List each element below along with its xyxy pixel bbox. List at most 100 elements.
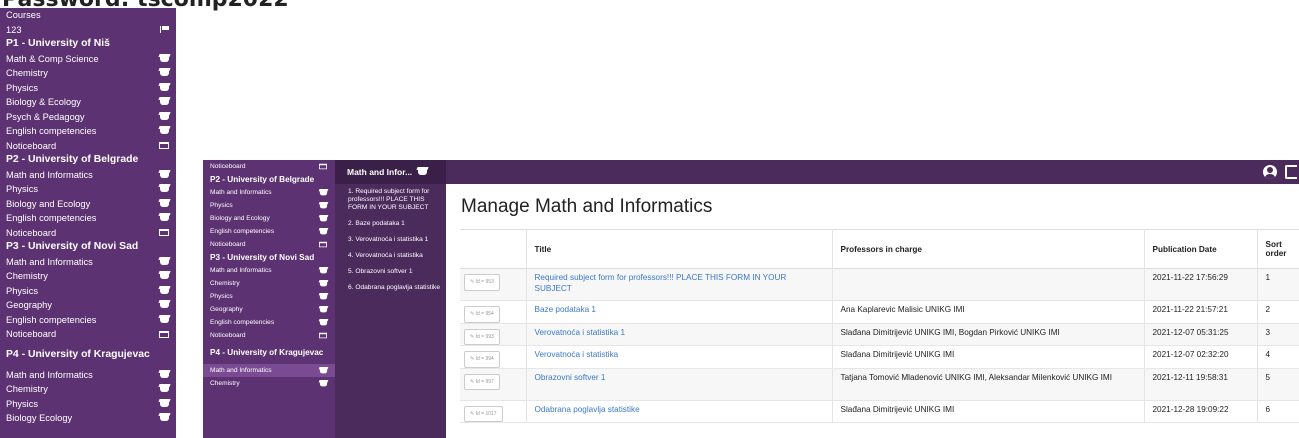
graduation-cap-icon <box>160 215 169 222</box>
sidebar-item[interactable]: Physics <box>0 397 176 412</box>
table-cell: Odabrana poglavlja statistike <box>526 400 833 423</box>
subject-item[interactable]: 3. Verovatnoća i statistika 1 <box>335 232 446 248</box>
table-cell: 5 <box>1257 368 1299 401</box>
sidebar-item[interactable]: Math & Comp Science <box>0 52 176 67</box>
table-cell: ✎ Id = 953 <box>460 268 527 301</box>
sidebar-item-label: English competencies <box>6 213 97 223</box>
sidebar-item[interactable]: Math and Informatics <box>0 168 176 183</box>
subject-item[interactable]: 5. Obrazovni softver 1 <box>335 264 446 280</box>
table-cell: Tatjana Tomović Mladenović UNIKG IMI, Al… <box>832 368 1145 401</box>
sidebar-item[interactable]: Physics <box>203 199 335 212</box>
sidebar-item-label: Math and Informatics <box>6 369 93 380</box>
row-title-link[interactable]: Required subject form for professors!!! … <box>535 273 787 293</box>
logout-icon[interactable] <box>1285 165 1297 179</box>
sidebar-item[interactable]: English competencies <box>203 316 335 329</box>
graduation-cap-icon <box>160 186 169 193</box>
sidebar-item[interactable]: Biology and Ecology <box>203 212 335 225</box>
main-sidebar: Noticeboard P2 - University of Belgrade Ma… <box>203 160 335 438</box>
sidebar-item[interactable]: Noticeboard <box>203 160 335 173</box>
sidebar-item[interactable]: Math and Informatics <box>203 364 335 377</box>
sidebar-item[interactable]: Psych & Pedagogy <box>0 110 176 125</box>
sidebar-item[interactable]: English competencies <box>0 313 176 328</box>
sidebar-item[interactable]: Chemistry <box>0 66 176 81</box>
sidebar-item-label: Noticeboard <box>210 163 246 170</box>
row-title-link[interactable]: Verovatnoća i statistika <box>535 350 619 359</box>
sidebar-item[interactable]: Math and Informatics <box>203 264 335 277</box>
subject-item[interactable]: 6. Odabrana poglavlja statistike <box>335 280 446 296</box>
sidebar-item-label: Chemistry <box>210 380 240 387</box>
row-title-link[interactable]: Obrazovni softver 1 <box>535 373 606 382</box>
sidebar-item[interactable]: 123 <box>0 23 176 38</box>
table-cell: 2021-11-22 21:57:21 <box>1144 300 1258 324</box>
row-sort-order: 3 <box>1265 327 1271 337</box>
sidebar-item[interactable]: Biology Ecology <box>0 411 176 426</box>
sidebar-item[interactable]: Noticeboard <box>203 329 335 342</box>
sidebar-item[interactable]: Biology and Ecology <box>0 197 176 212</box>
sidebar-item[interactable]: Geography <box>203 303 335 316</box>
sidebar-item[interactable]: English competencies <box>0 124 176 139</box>
column-header[interactable]: Publication Date <box>1144 229 1258 269</box>
id-button[interactable]: ✎ Id = 997 <box>464 373 500 390</box>
row-sort-order: 6 <box>1265 404 1271 414</box>
column-header <box>460 229 527 269</box>
sidebar-item-label: P2 - University of Belgrade <box>6 154 139 165</box>
sidebar-item-label: Biology and Ecology <box>210 215 270 222</box>
sidebar-item[interactable]: Chemistry <box>203 377 335 390</box>
subject-item[interactable]: 4. Verovatnoća i statistika <box>335 248 446 264</box>
subjects-header[interactable]: Math and Infor... <box>335 160 446 184</box>
sidebar-item[interactable]: Chemistry <box>203 277 335 290</box>
sidebar-item[interactable]: Physics <box>203 290 335 303</box>
sidebar-item[interactable]: Noticeboard <box>203 238 335 251</box>
sidebar-item-label: Physics <box>6 398 39 409</box>
sidebar-item[interactable]: English competencies <box>0 211 176 226</box>
sidebar-group-heading: P4 - University of Kragujevac <box>0 342 176 368</box>
sidebar-item[interactable]: Noticeboard <box>0 226 176 241</box>
sidebar-item[interactable]: Geography <box>0 298 176 313</box>
graduation-cap-icon <box>160 371 169 378</box>
table-cell: 2021-12-07 05:31:25 <box>1144 323 1258 346</box>
row-title-link[interactable]: Verovatnoća i statistika 1 <box>535 328 626 337</box>
table-row: ✎ Id = 994 Verovatnoća i statistika Slađan… <box>460 345 1299 369</box>
subjects-table: Title Professors in charge Publication D… <box>460 229 1299 423</box>
row-title-link[interactable]: Baze podataka 1 <box>535 305 596 314</box>
id-button[interactable]: ✎ Id = 1017 <box>464 405 503 422</box>
column-header[interactable]: Professors in charge <box>832 229 1145 269</box>
graduation-cap-icon <box>319 216 328 221</box>
row-title-link[interactable]: Odabrana poglavlja statistike <box>535 405 640 414</box>
sidebar-item[interactable]: Noticeboard <box>0 327 176 342</box>
sidebar-item[interactable]: Physics <box>0 284 176 299</box>
sidebar-item[interactable]: Math and Informatics <box>203 186 335 199</box>
row-date: 2021-11-22 21:57:21 <box>1152 305 1228 314</box>
sidebar-item[interactable]: Math and Informatics <box>0 368 176 383</box>
sidebar-item-label: P1 - University of Niš <box>6 38 110 49</box>
noticeboard-icon <box>159 229 169 237</box>
subject-item[interactable]: 1. Required subject form for professors!… <box>335 184 446 216</box>
sidebar-item[interactable]: Chemistry <box>0 269 176 284</box>
id-button[interactable]: ✎ Id = 993 <box>464 328 500 345</box>
table-cell: 1 <box>1257 268 1299 301</box>
subject-item[interactable]: 2. Baze podataka 1 <box>335 216 446 232</box>
sidebar-item[interactable]: Physics <box>0 81 176 96</box>
sidebar-item-label: Chemistry <box>210 280 240 287</box>
column-header[interactable]: Sort order <box>1257 229 1299 269</box>
sidebar-item[interactable]: Biology & Ecology <box>0 95 176 110</box>
sidebar-item[interactable]: Noticeboard <box>0 139 176 154</box>
sidebar-item[interactable]: Physics <box>0 182 176 197</box>
graduation-cap-icon <box>319 190 328 195</box>
sidebar-item[interactable]: Chemistry <box>0 382 176 397</box>
table-row: ✎ Id = 954 Baze podataka 1 Ana Kaplarevic … <box>460 300 1299 324</box>
graduation-cap-icon <box>160 258 169 265</box>
user-icon[interactable] <box>1263 165 1277 179</box>
left-sidebar: Courses 123 P1 - University of Niš Math & C… <box>0 8 176 438</box>
sidebar-item-label: Noticeboard <box>6 227 57 238</box>
sidebar-item[interactable]: Math and Informatics <box>0 255 176 270</box>
sidebar-item[interactable]: English competencies <box>203 225 335 238</box>
graduation-cap-icon <box>160 415 169 422</box>
table-row: ✎ Id = 953 Required subject form for prof… <box>460 268 1299 301</box>
id-button[interactable]: ✎ Id = 994 <box>464 351 500 368</box>
column-header[interactable]: Title <box>526 229 833 269</box>
sidebar-item[interactable]: Courses <box>0 8 176 23</box>
id-button[interactable]: ✎ Id = 954 <box>464 306 500 323</box>
sidebar-item-label: Psych & Pedagogy <box>6 111 85 122</box>
id-button[interactable]: ✎ Id = 953 <box>464 274 500 291</box>
